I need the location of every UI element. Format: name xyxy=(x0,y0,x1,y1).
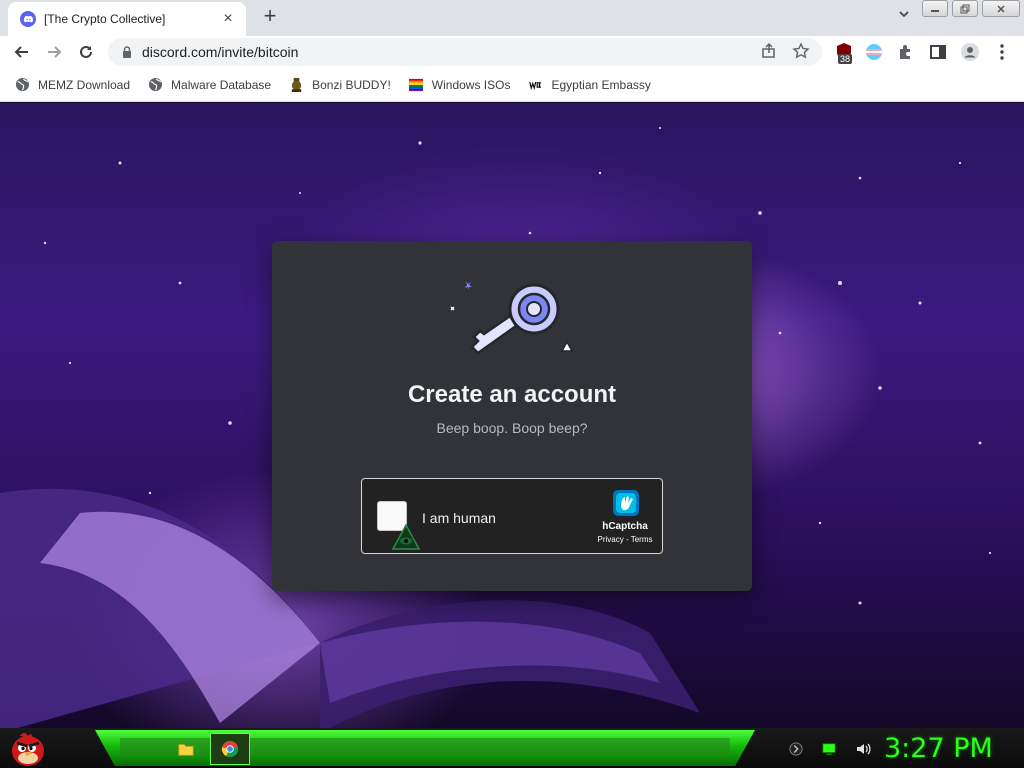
bookmark-item[interactable]: Windows ISOs xyxy=(408,77,511,93)
new-tab-button[interactable]: + xyxy=(258,5,282,29)
taskbar-clock[interactable]: 3:27 PM xyxy=(884,731,1020,767)
volume-icon[interactable] xyxy=(855,741,871,757)
bookmark-label: Bonzi BUDDY! xyxy=(312,77,391,92)
taskbar-folder-button[interactable] xyxy=(166,733,206,765)
globe-icon xyxy=(147,77,163,93)
tray-app-icon[interactable] xyxy=(789,742,803,756)
bookmark-star-icon[interactable] xyxy=(792,42,810,60)
wix-icon xyxy=(527,77,543,93)
extensions-puzzle-icon[interactable] xyxy=(896,42,916,62)
captcha-label: I am human xyxy=(422,510,496,526)
minimize-button[interactable] xyxy=(922,0,948,17)
bookmarks-bar: MEMZ Download Malware Database Bonzi BUD… xyxy=(0,68,1024,102)
browser-tab[interactable]: [The Crypto Collective] × xyxy=(8,2,246,36)
side-panel-icon[interactable] xyxy=(928,42,948,62)
back-button[interactable] xyxy=(10,40,34,64)
modal-subtitle: Beep boop. Boop beep? xyxy=(436,420,588,436)
bookmark-label: Egyptian Embassy xyxy=(551,77,651,92)
start-button[interactable] xyxy=(8,728,48,768)
back-arrow-icon xyxy=(14,46,28,58)
modal-title: Create an account xyxy=(407,381,617,408)
taskbar-chrome-button[interactable] xyxy=(210,733,250,765)
url-input[interactable] xyxy=(142,44,702,60)
lock-icon xyxy=(123,46,131,58)
bookmark-item[interactable]: Malware Database xyxy=(147,77,271,93)
forward-arrow-icon xyxy=(48,46,62,58)
network-icon[interactable] xyxy=(821,742,837,756)
eye-triangle-cursor-icon xyxy=(392,523,420,550)
trans-flag-extension-icon[interactable] xyxy=(864,42,884,62)
tab-search-chevron-icon[interactable] xyxy=(894,8,914,28)
address-bar[interactable] xyxy=(108,38,822,66)
bonzi-icon xyxy=(288,77,304,93)
browser-toolbar: 38 xyxy=(0,36,1024,68)
globe-icon xyxy=(14,77,30,93)
bookmark-label: Windows ISOs xyxy=(431,77,511,92)
key-icon xyxy=(450,281,574,355)
forward-button[interactable] xyxy=(42,40,66,64)
discord-icon xyxy=(20,11,36,27)
create-account-modal: Create an account Beep boop. Boop beep? … xyxy=(272,241,752,591)
tab-title: [The Crypto Collective] xyxy=(44,12,166,26)
angry-bird-icon xyxy=(12,733,44,766)
privacy-link[interactable]: Privacy xyxy=(598,535,624,544)
window-controls xyxy=(918,0,1020,17)
share-icon[interactable] xyxy=(760,42,778,60)
hcaptcha-logo-icon xyxy=(613,490,639,516)
reload-icon xyxy=(80,45,92,58)
bookmark-label: Malware Database xyxy=(171,77,272,92)
hcaptcha-widget: I am human hCaptcha Privacy - Terms xyxy=(361,478,663,554)
restore-button[interactable] xyxy=(952,0,978,17)
tab-strip: [The Crypto Collective] × + xyxy=(0,0,1024,36)
tab-close-icon[interactable]: × xyxy=(220,11,236,27)
ublock-extension-icon[interactable]: 38 xyxy=(834,42,854,64)
close-window-button[interactable] xyxy=(982,0,1020,17)
terms-link[interactable]: Terms xyxy=(631,535,653,544)
bookmark-item[interactable]: Egyptian Embassy xyxy=(527,77,651,93)
extension-badge: 38 xyxy=(838,54,853,64)
captcha-links: Privacy - Terms xyxy=(592,535,658,544)
folder-icon xyxy=(178,744,194,756)
rainbow-flag-icon xyxy=(408,77,424,93)
menu-kebab-icon[interactable] xyxy=(992,42,1012,62)
system-tray xyxy=(780,733,880,765)
reload-button[interactable] xyxy=(74,40,98,64)
chrome-icon xyxy=(221,740,239,758)
bookmark-item[interactable]: Bonzi BUDDY! xyxy=(288,77,391,93)
page-background: Create an account Beep boop. Boop beep? … xyxy=(0,103,1024,728)
bookmark-item[interactable]: MEMZ Download xyxy=(14,77,130,93)
hcaptcha-brand: hCaptcha xyxy=(602,521,648,532)
profile-avatar-icon[interactable] xyxy=(960,42,980,62)
bookmark-label: MEMZ Download xyxy=(38,77,131,92)
